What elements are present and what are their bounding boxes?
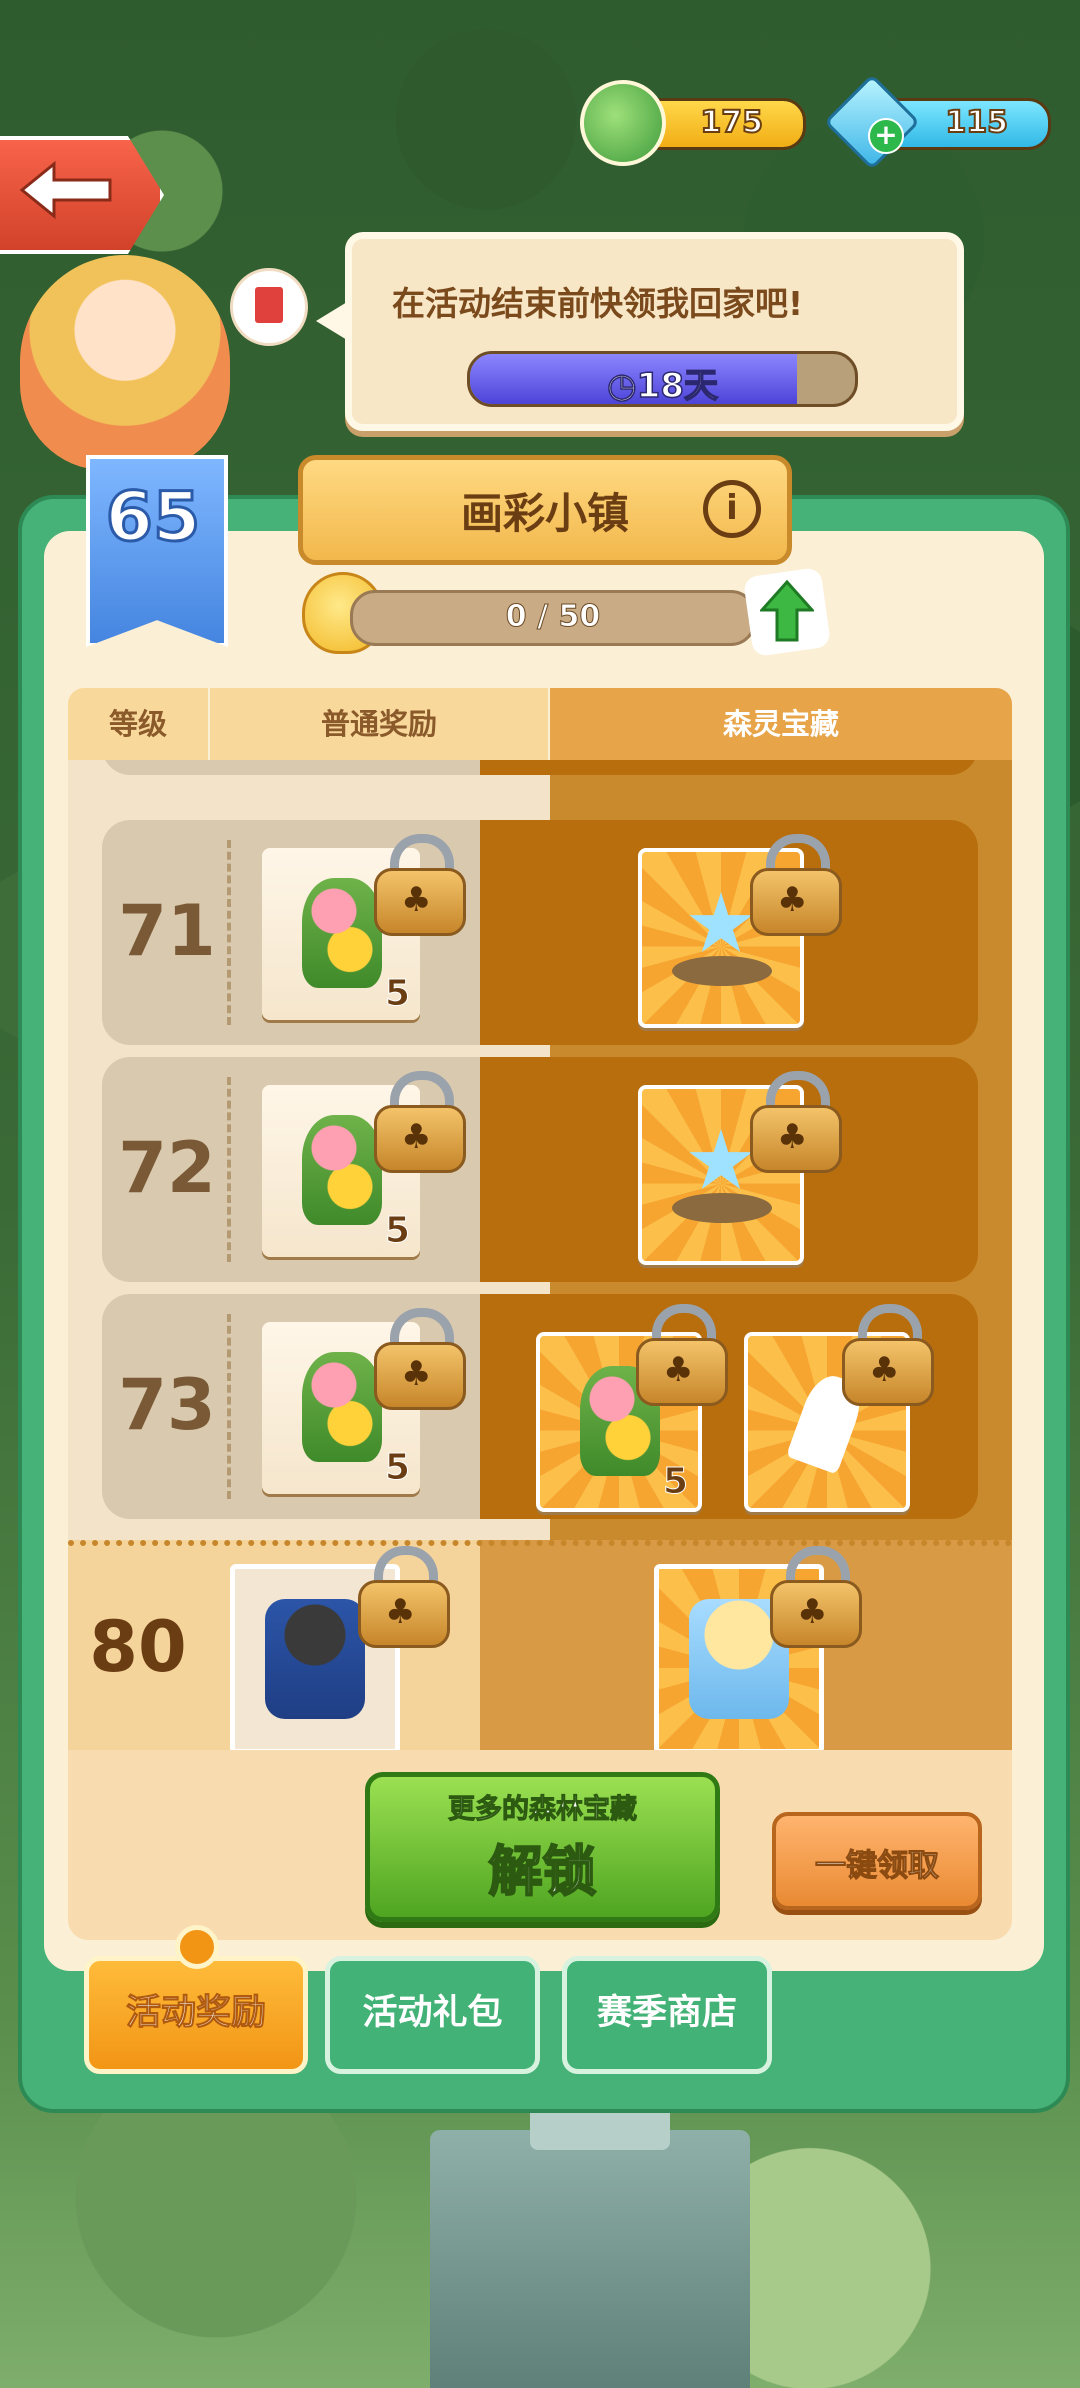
lock-icon: ♣ <box>770 1546 862 1648</box>
clock-icon: ◷ <box>606 365 637 406</box>
reward-row: 71 5 ♣ ♣ <box>102 820 978 1045</box>
up-arrow-icon <box>760 580 814 642</box>
reward-qty: 5 <box>662 1461 688 1503</box>
lock-icon: ♣ <box>374 834 466 936</box>
info-icon[interactable]: i <box>703 480 761 538</box>
flower-plant-icon <box>302 878 382 988</box>
treasure-reward-cell: ♣ <box>480 820 978 1045</box>
event-progress-text: 0 / 50 <box>505 599 601 635</box>
treasure-reward-cell: 5 ♣ ♣ <box>480 1294 978 1519</box>
header-forest-treasure: 森灵宝藏 <box>550 688 1012 760</box>
tab-season-shop[interactable]: 赛季商店 <box>562 1956 772 2074</box>
character-avatar[interactable] <box>20 255 230 470</box>
coin-amount: 175 <box>699 104 764 141</box>
player-level: 65 <box>104 477 202 559</box>
lock-icon: ♣ <box>750 834 842 936</box>
lock-icon: ♣ <box>374 1071 466 1173</box>
reward-row: 72 5 ♣ ♣ <box>102 1057 978 1282</box>
lock-icon: ♣ <box>374 1308 466 1410</box>
normal-reward-cell: 73 5 ♣ <box>102 1294 484 1519</box>
timer-label: ◷18天 <box>470 358 855 406</box>
background-building <box>430 2070 750 2388</box>
leaf-coin-icon <box>580 80 666 166</box>
reward-qty: 5 <box>384 1210 410 1252</box>
normal-reward-cell: 72 5 ♣ <box>102 1057 484 1282</box>
row-level: 71 <box>118 890 216 972</box>
blue-star-icon <box>689 1129 753 1190</box>
partial-row <box>102 760 978 775</box>
blue-star-icon <box>689 892 753 953</box>
back-arrow-icon <box>19 160 112 220</box>
unlock-treasure-button[interactable]: 更多的森林宝藏 解锁 <box>365 1772 720 1922</box>
reward-qty: 5 <box>384 973 410 1015</box>
tab-event-rewards[interactable]: 活动奖励 <box>84 1925 308 2074</box>
lock-icon: ♣ <box>636 1304 728 1406</box>
lock-icon: ♣ <box>750 1071 842 1173</box>
dog-basket-icon <box>265 1599 365 1719</box>
claim-all-button[interactable]: 一键领取 <box>772 1812 982 1910</box>
treasure-reward-cell: ♣ <box>480 1057 978 1282</box>
header-normal-rewards: 普通奖励 <box>210 688 548 760</box>
gem-amount: 115 <box>944 104 1009 141</box>
normal-reward-cell: 71 5 ♣ <box>102 820 484 1045</box>
row-level: 72 <box>118 1127 216 1209</box>
add-gems-icon[interactable]: + <box>868 118 904 154</box>
lock-icon: ♣ <box>842 1304 934 1406</box>
reward-table-header: 等级 普通奖励 森灵宝藏 <box>68 688 1012 760</box>
event-progress-bar: 0 / 50 <box>350 590 756 646</box>
flower-plant-icon <box>302 1115 382 1225</box>
lock-icon: ♣ <box>358 1546 450 1648</box>
final-reward-row: 80 ♣ ♣ <box>68 1540 1012 1756</box>
row-level: 80 <box>89 1606 187 1688</box>
reward-qty: 5 <box>384 1447 410 1489</box>
bubble-message: 在活动结束前快领我回家吧! <box>392 284 804 323</box>
tab-event-gift-pack[interactable]: 活动礼包 <box>325 1956 540 2074</box>
reward-row: 73 5 ♣ 5 ♣ ♣ <box>102 1294 978 1519</box>
header-level: 等级 <box>68 688 208 760</box>
speech-bubble: 在活动结束前快领我回家吧! ◷18天 <box>316 232 964 431</box>
event-timer: ◷18天 <box>467 351 858 407</box>
book-icon[interactable] <box>230 268 308 346</box>
timer-value: 18天 <box>636 365 719 406</box>
reward-list[interactable]: 71 5 ♣ ♣ 72 5 ♣ ♣ 73 5 ♣ 5 ♣ ♣ <box>68 760 1012 1540</box>
unlock-label: 解锁 <box>488 1839 598 1904</box>
unlock-subtitle: 更多的森林宝藏 <box>448 1794 638 1826</box>
row-level: 73 <box>118 1364 216 1446</box>
claim-all-label: 一键领取 <box>815 1848 940 1885</box>
flower-plant-icon <box>302 1352 382 1462</box>
event-title-plate: 画彩小镇 i <box>298 455 792 565</box>
